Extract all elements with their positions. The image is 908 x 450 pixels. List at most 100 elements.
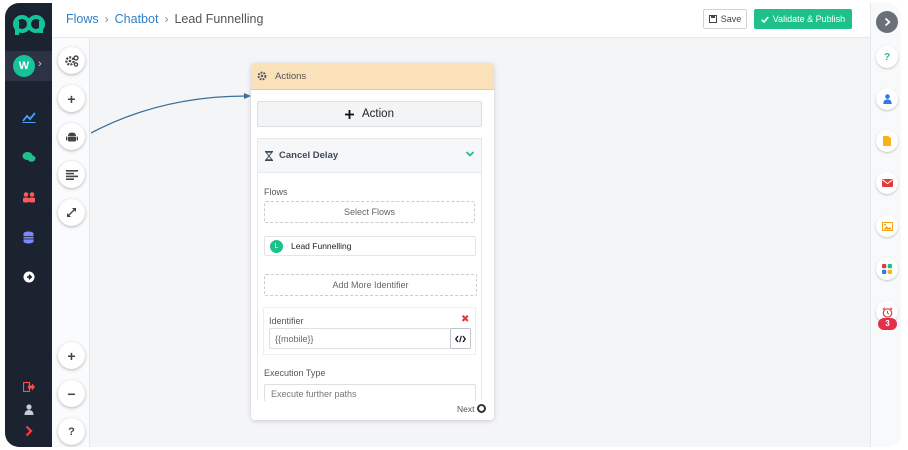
check-icon: [761, 15, 769, 23]
code-icon: [455, 335, 466, 342]
chevron-right-icon: [884, 17, 891, 27]
align-nodes-button[interactable]: [58, 161, 85, 188]
rail-apps-button[interactable]: [876, 258, 898, 280]
save-label: Save: [720, 14, 742, 24]
breadcrumb-chatbot[interactable]: Chatbot: [115, 12, 159, 26]
add-action-button[interactable]: Action: [257, 101, 482, 127]
arrow-circle-right-icon: [23, 271, 34, 283]
workspace-avatar: W: [13, 55, 35, 77]
connector-edge: [91, 93, 251, 134]
identifier-group: Identifier ✖ {{mobile}}: [263, 307, 476, 355]
cancel-delay-section: Cancel Delay Flows Select Flows L Lead F…: [257, 138, 482, 404]
main-sidebar: W ›: [5, 3, 52, 447]
chat-bubbles-icon: [22, 152, 35, 162]
cancel-delay-title: Cancel Delay: [279, 150, 339, 161]
cancel-delay-header[interactable]: Cancel Delay: [258, 139, 481, 173]
pabbly-logo-icon[interactable]: [13, 13, 45, 35]
hourglass-icon: [265, 150, 273, 161]
zoom-in-button[interactable]: +: [58, 342, 85, 369]
next-connector-handle[interactable]: [477, 404, 486, 413]
add-identifier-button[interactable]: Add More Identifier: [264, 274, 477, 296]
logout-icon: [22, 382, 35, 392]
bot-node-button[interactable]: [58, 123, 85, 150]
alarm-count-badge: 3: [878, 318, 897, 330]
zoom-out-icon: −: [67, 385, 76, 402]
expand-icon: [67, 208, 76, 217]
fit-view-button[interactable]: [58, 199, 85, 226]
nav-database[interactable]: [5, 223, 52, 251]
actions-node-footer: Next: [251, 401, 494, 420]
gear-icon: [257, 71, 267, 81]
mail-icon: [881, 179, 893, 187]
selected-flow-item[interactable]: L Lead Funnelling: [264, 236, 476, 256]
database-icon: [23, 231, 34, 243]
zoom-out-button[interactable]: −: [58, 380, 85, 407]
flows-label: Flows: [264, 187, 288, 197]
rail-help-button[interactable]: ?: [876, 46, 898, 68]
actions-node-header[interactable]: Actions: [251, 63, 494, 90]
flow-badge: L: [270, 239, 283, 253]
plus-icon: [345, 109, 355, 119]
nav-contacts[interactable]: [5, 183, 52, 211]
breadcrumb: Flows › Chatbot › Lead Funnelling: [66, 12, 263, 26]
logout-button[interactable]: [5, 377, 52, 397]
user-icon: [882, 94, 892, 104]
chevron-down-icon[interactable]: [465, 150, 475, 158]
users-icon: [22, 192, 35, 203]
chevron-right-icon: ›: [38, 58, 42, 70]
flow-settings-button[interactable]: [58, 47, 85, 74]
collapse-rail-button[interactable]: [876, 11, 898, 33]
publish-label: Validate & Publish: [772, 14, 846, 24]
right-rail: ? 3: [870, 3, 901, 447]
zoom-in-icon: +: [67, 347, 76, 364]
help-icon: ?: [68, 425, 75, 438]
app-frame: W › Flows › Chatbot › Lead Funnelling Sa…: [5, 3, 901, 447]
help-icon: ?: [883, 51, 891, 63]
identifier-label: Identifier: [269, 316, 304, 326]
floppy-disk-icon: [708, 15, 717, 23]
help-button[interactable]: ?: [58, 418, 85, 445]
settings-cogs-icon: [64, 54, 79, 67]
apps-grid-icon: [882, 264, 892, 274]
add-icon: +: [67, 90, 76, 107]
next-label: Next: [457, 404, 475, 414]
insert-variable-button[interactable]: [450, 328, 471, 349]
execution-type-label: Execution Type: [264, 368, 326, 378]
nav-integrations[interactable]: [5, 263, 52, 291]
image-icon: [881, 221, 893, 231]
add-node-button[interactable]: +: [58, 85, 85, 112]
workspace-switcher[interactable]: W ›: [5, 51, 52, 81]
document-icon: [883, 136, 891, 146]
top-header: Flows › Chatbot › Lead Funnelling Save V…: [52, 3, 870, 38]
identifier-input[interactable]: {{mobile}}: [269, 328, 451, 349]
user-icon: [24, 403, 33, 415]
profile-button[interactable]: [5, 399, 52, 419]
rail-mail-button[interactable]: [876, 172, 898, 194]
chart-line-icon: [21, 112, 36, 123]
rail-user-button[interactable]: [876, 88, 898, 110]
canvas-toolbar: + + − ?: [52, 38, 90, 447]
rail-image-button[interactable]: [876, 215, 898, 237]
expand-sidebar-button[interactable]: [5, 421, 52, 441]
chevron-right-icon: ›: [164, 12, 169, 26]
add-action-label: Action: [362, 108, 394, 120]
alarm-clock-icon: [881, 306, 893, 318]
nav-analytics[interactable]: [5, 103, 52, 131]
rail-document-button[interactable]: [876, 130, 898, 152]
flow-canvas[interactable]: Actions Action Cancel Delay Flows Select…: [91, 38, 870, 447]
actions-node-title: Actions: [275, 70, 307, 82]
chevron-right-icon: ›: [104, 12, 109, 26]
chevron-right-icon: [25, 425, 33, 437]
nav-chats[interactable]: [5, 143, 52, 171]
validate-publish-button[interactable]: Validate & Publish: [754, 9, 852, 29]
selected-flow-name: Lead Funnelling: [291, 241, 352, 251]
android-bot-icon: [65, 132, 78, 141]
save-button[interactable]: Save: [703, 9, 747, 29]
actions-node-card[interactable]: Actions Action Cancel Delay Flows Select…: [251, 63, 494, 420]
remove-identifier-icon[interactable]: ✖: [461, 314, 469, 325]
breadcrumb-current: Lead Funnelling: [174, 12, 264, 26]
breadcrumb-flows[interactable]: Flows: [66, 12, 99, 26]
align-left-icon: [65, 169, 78, 180]
execution-type-value: Execute further paths: [271, 389, 357, 399]
select-flows-dropdown[interactable]: Select Flows: [264, 201, 475, 223]
